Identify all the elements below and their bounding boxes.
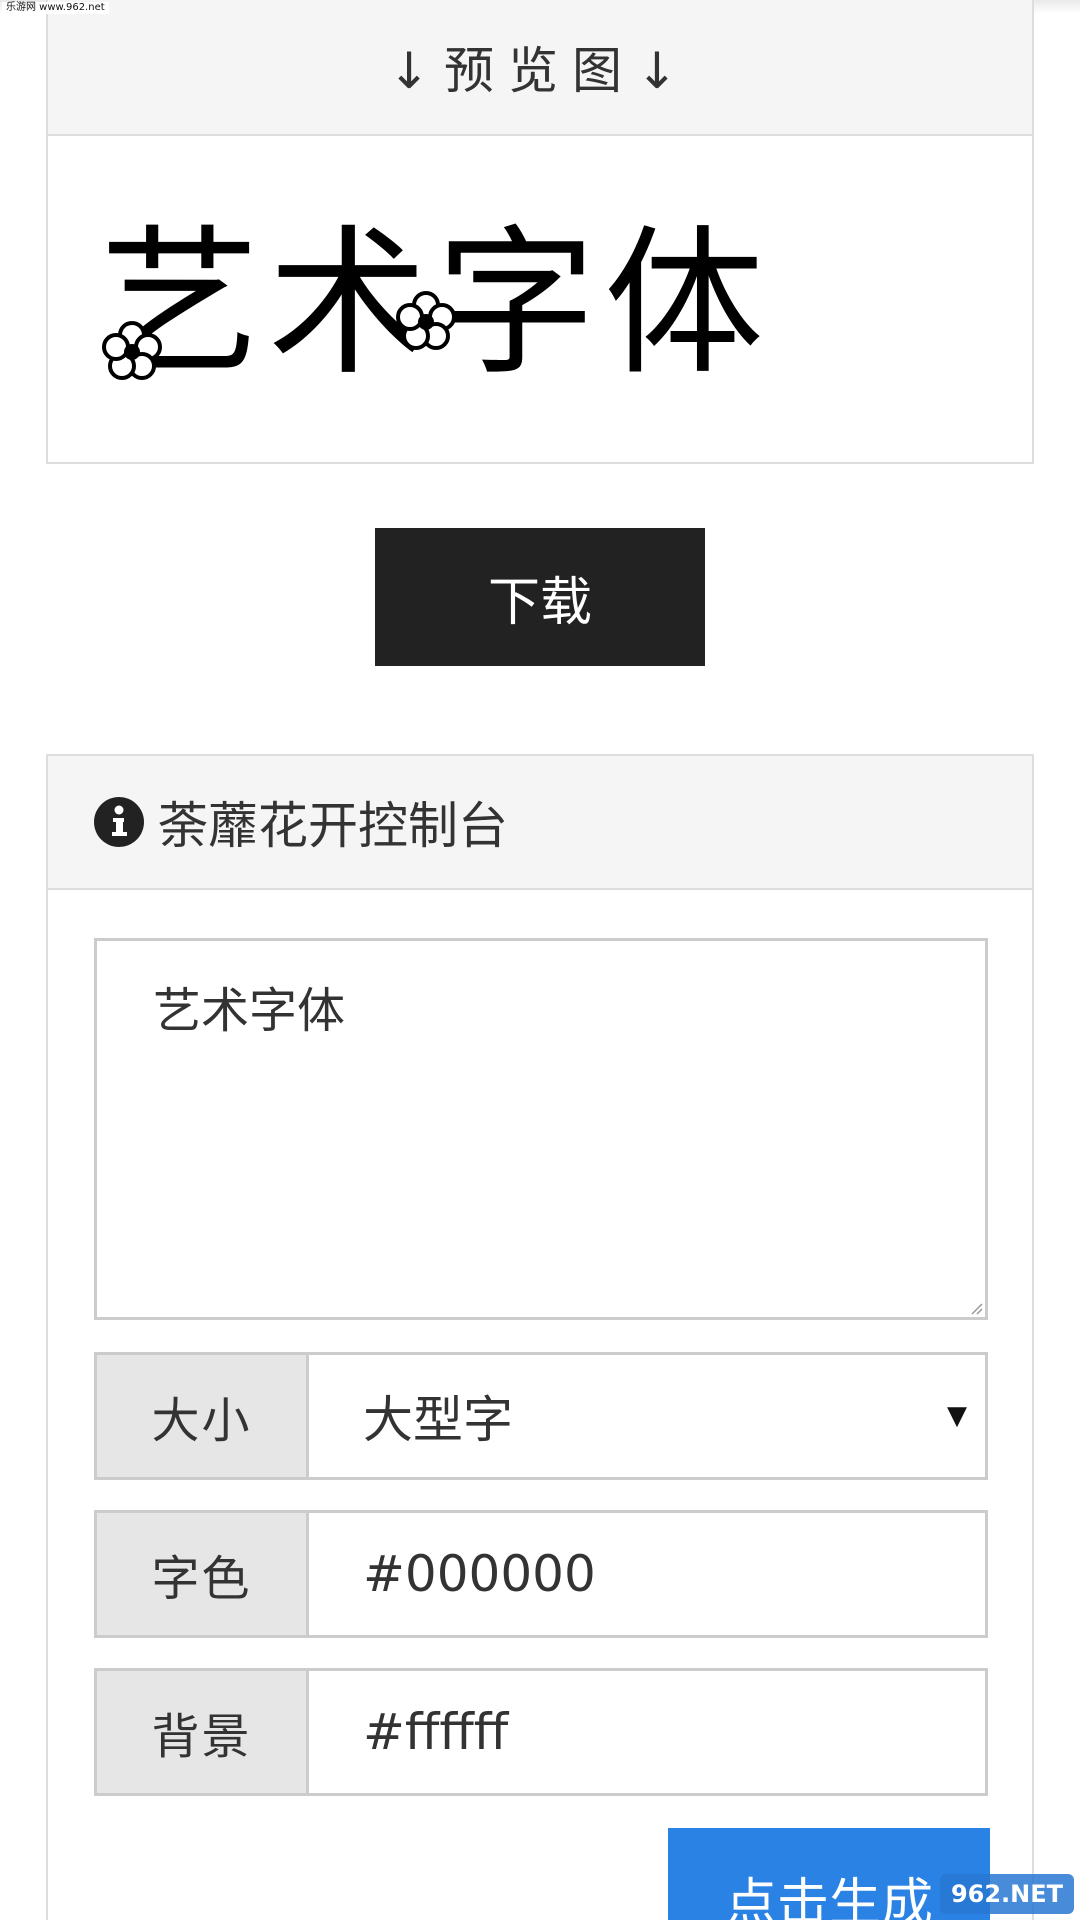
preview-header: ↓预览图↓ <box>48 0 1032 136</box>
resize-handle-icon[interactable] <box>969 1301 983 1315</box>
site-logo-watermark: 962.NET <box>940 1874 1074 1914</box>
size-select[interactable]: 大型字 ▼ <box>309 1355 985 1477</box>
art-preview: 艺术字体 <box>100 224 772 384</box>
font-color-field: 字色 #000000 <box>94 1510 988 1638</box>
preview-title: ↓预览图↓ <box>388 42 692 100</box>
background-label: 背景 <box>97 1671 309 1793</box>
preview-body: 艺术字体 <box>48 136 1032 462</box>
preview-panel: ↓预览图↓ 艺术字体 <box>46 0 1034 464</box>
download-button[interactable]: 下载 <box>375 528 705 666</box>
size-select-value: 大型字 <box>363 1391 513 1449</box>
site-watermark: 乐游网 www.962.net <box>2 2 109 14</box>
info-circle-icon <box>94 797 144 847</box>
font-color-label: 字色 <box>97 1513 309 1635</box>
console-header: 荼蘼花开控制台 <box>48 756 1032 890</box>
background-input[interactable]: #ffffff <box>309 1671 985 1793</box>
size-field: 大小 大型字 ▼ <box>94 1352 988 1480</box>
dropdown-caret-icon: ▼ <box>947 1401 967 1431</box>
console-title: 荼蘼花开控制台 <box>158 797 508 855</box>
console-panel: 荼蘼花开控制台 艺术字体 大小 大型字 ▼ 字色 #000000 背景 #fff… <box>46 754 1034 1920</box>
background-field: 背景 #ffffff <box>94 1668 988 1796</box>
font-color-input[interactable]: #000000 <box>309 1513 985 1635</box>
size-label: 大小 <box>97 1355 309 1477</box>
text-input-value: 艺术字体 <box>153 983 346 1039</box>
flower-decoration-icon <box>102 321 162 380</box>
text-input-area[interactable]: 艺术字体 <box>94 938 988 1320</box>
flower-decoration-icon <box>396 291 456 350</box>
